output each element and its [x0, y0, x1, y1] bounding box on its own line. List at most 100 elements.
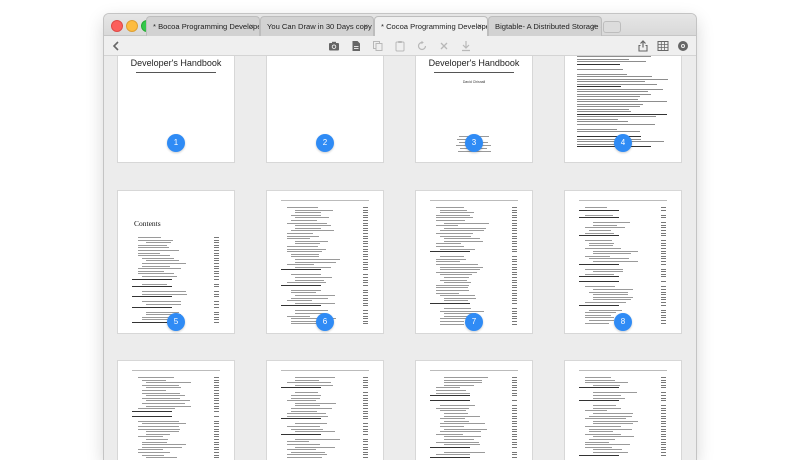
- thumbnail-grid-icon[interactable]: [657, 40, 669, 52]
- toc-page-number: [661, 245, 666, 247]
- toc-entry-line: [585, 418, 627, 420]
- back-icon[interactable]: [110, 40, 122, 52]
- page-thumbnail[interactable]: [267, 191, 383, 333]
- tab-cocoa-handbook[interactable]: * Cocoa Programming Developer's Handbook…: [374, 16, 488, 37]
- toc-page-number: [512, 292, 517, 294]
- toc-entry-line: [440, 321, 465, 322]
- page-thumbnail[interactable]: [565, 361, 681, 460]
- toc-page-number: [512, 423, 517, 425]
- camera-icon[interactable]: [328, 40, 340, 52]
- tab-close-icon[interactable]: ×: [249, 17, 254, 36]
- toc-page-number: [363, 209, 368, 211]
- toc-entry-line: [444, 379, 483, 381]
- tab-close-icon[interactable]: ×: [477, 17, 482, 36]
- toc-entry-line: [287, 382, 332, 384]
- running-header: [281, 200, 369, 201]
- toc-entry-line: [142, 444, 186, 446]
- toc-entry-line: [585, 255, 611, 257]
- page-thumbnail[interactable]: Contents: [118, 191, 234, 333]
- toc-entry-line: [436, 287, 468, 289]
- new-tab-button[interactable]: [603, 21, 621, 33]
- tab-bocoa-handbook[interactable]: * Bocoa Programming Developer's Handbook…: [146, 16, 260, 36]
- toc-entry-line: [444, 282, 471, 284]
- toc-page-number: [661, 250, 666, 252]
- toc-page-number: [363, 415, 368, 417]
- page-thumbnail[interactable]: [565, 191, 681, 333]
- preview-eye-icon[interactable]: [677, 40, 689, 52]
- page-thumbnail[interactable]: [416, 191, 532, 333]
- toc-entry-line: [138, 255, 170, 257]
- toc-page-number: [214, 397, 219, 399]
- toc-entry-line: [142, 276, 177, 277]
- toc-page-number: [363, 264, 368, 266]
- toc-page-number: [214, 255, 219, 257]
- toc-page-number: [661, 255, 666, 257]
- page-thumbnail[interactable]: [267, 361, 383, 460]
- toc-entry-line: [291, 323, 317, 325]
- toc-entry-line: [287, 238, 310, 240]
- page-thumbnail[interactable]: [118, 361, 234, 460]
- toc-page-number: [363, 214, 368, 216]
- toc-entry-line: [295, 266, 332, 268]
- toc-page-number: [512, 436, 517, 438]
- share-icon[interactable]: [637, 40, 649, 52]
- close-window-button[interactable]: [111, 20, 123, 32]
- toc-entry-line: [287, 300, 313, 302]
- toc-entry-line: [436, 207, 464, 208]
- toc-entry-line: [287, 415, 328, 417]
- toc-page-number: [363, 266, 368, 268]
- page-thumbnail[interactable]: [416, 361, 532, 460]
- toc-entry-line: [585, 444, 630, 446]
- toc-page-number: [512, 220, 517, 221]
- toc-page-number: [661, 248, 666, 249]
- minimize-window-button[interactable]: [126, 20, 138, 32]
- tab-bigtable[interactable]: Bigtable- A Distributed Storage System ×: [488, 16, 602, 36]
- toc-entry-line: [589, 230, 612, 231]
- toc-entry-line: [436, 225, 459, 227]
- toc-entry-line: [589, 415, 633, 417]
- toc-page-number: [661, 273, 666, 275]
- tab-close-icon[interactable]: ×: [591, 17, 596, 36]
- toc-page-number: [214, 311, 219, 313]
- tab-close-icon[interactable]: ×: [363, 17, 368, 36]
- toc-entry-line: [132, 286, 172, 288]
- toc-page-number: [661, 444, 666, 446]
- toc-page-number: [214, 322, 219, 323]
- tab-label: * Cocoa Programming Developer's Handbook: [381, 22, 487, 31]
- document-icon[interactable]: [350, 40, 362, 52]
- toc-page-number: [363, 238, 368, 240]
- toc-entry-line: [142, 384, 180, 386]
- running-header: [430, 200, 518, 201]
- toc-entry-line: [287, 207, 318, 208]
- toc-page-number: [363, 392, 368, 394]
- toc-entry-line: [579, 281, 619, 283]
- toc-page-number: [214, 239, 219, 241]
- toc-entry-line: [585, 446, 612, 448]
- toc-entry-line: [436, 246, 465, 247]
- toc-entry-line: [291, 395, 322, 396]
- toc-entry-line: [436, 284, 469, 286]
- tab-draw-in-30-days[interactable]: You Can Draw in 30 Days copy ×: [260, 16, 374, 36]
- toc-page-number: [214, 314, 219, 316]
- toc-page-number: [512, 426, 517, 427]
- toc-page-number: [661, 428, 666, 430]
- text-line: [577, 131, 640, 132]
- toc-entry-line: [593, 271, 624, 273]
- toc-entry-line: [589, 291, 628, 293]
- toc-entry-line: [444, 382, 483, 384]
- toc-entry-line: [146, 260, 179, 262]
- toc-entry-line: [142, 257, 174, 259]
- toc-entry-line: [142, 397, 180, 399]
- toc-entry-line: [585, 441, 609, 443]
- toc-entry-line: [287, 426, 320, 427]
- toc-page-number: [363, 300, 368, 302]
- toc-page-number: [661, 382, 666, 384]
- toc-page-number: [214, 392, 219, 394]
- toc-entry-line: [585, 317, 614, 319]
- toc-page-number: [363, 413, 368, 415]
- toc-entry-line: [287, 235, 319, 237]
- text-line: [577, 81, 646, 82]
- toc-page-number: [661, 418, 666, 420]
- toc-page-number: [363, 423, 368, 425]
- toc-entry-line: [444, 413, 469, 414]
